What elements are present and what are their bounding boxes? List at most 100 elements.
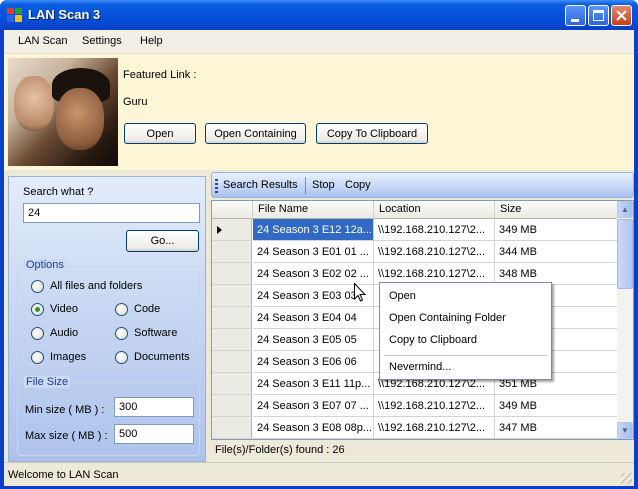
client-area: LAN Scan Settings Help Featured Link : G… (4, 30, 634, 486)
search-label: Search what ? (23, 186, 94, 198)
open-containing-button[interactable]: Open Containing (205, 123, 306, 144)
featured-image-face (14, 76, 54, 131)
minimize-button[interactable] (565, 5, 586, 26)
radio-documents[interactable] (115, 351, 128, 364)
ctx-copy-to-clipboard[interactable]: Copy to Clipboard (389, 334, 477, 346)
radio-documents-label[interactable]: Documents (134, 351, 190, 363)
options-group: Options All files and folders Video Code… (17, 259, 200, 365)
featured-link-name[interactable]: Guru (123, 96, 147, 108)
row-header[interactable] (212, 219, 252, 241)
radio-software-label[interactable]: Software (134, 327, 177, 339)
cell-file-name[interactable]: 24 Season 3 E06 06 (253, 351, 374, 373)
row-header[interactable] (212, 241, 252, 263)
cell-file-name[interactable]: 24 Season 3 E07 07 ... (253, 395, 374, 417)
menu-lan-scan[interactable]: LAN Scan (18, 35, 68, 47)
search-panel: Search what ? 24 Go... Options All files… (8, 176, 206, 462)
min-size-input[interactable]: 300 (114, 397, 194, 417)
radio-audio-label[interactable]: Audio (50, 327, 78, 339)
app-window: LAN Scan 3 LAN Scan Settings Help Featur… (0, 0, 638, 489)
cell-size[interactable]: 349 MB (495, 395, 618, 417)
ctx-open[interactable]: Open (389, 290, 416, 302)
cell-file-name[interactable]: 24 Season 3 E04 04 (253, 307, 374, 329)
row-header[interactable] (212, 307, 252, 329)
radio-software[interactable] (115, 327, 128, 340)
radio-code[interactable] (115, 303, 128, 316)
featured-link-label: Featured Link : (123, 69, 197, 81)
max-size-input[interactable]: 500 (114, 424, 194, 444)
column-location[interactable]: Location (374, 201, 495, 219)
row-header[interactable] (212, 351, 252, 373)
cell-file-name[interactable]: 24 Season 3 E12 12a... (253, 219, 374, 241)
maximize-button[interactable] (588, 5, 609, 26)
cell-location[interactable]: \\192.168.210.127\2... (374, 219, 495, 241)
radio-audio[interactable] (31, 327, 44, 340)
featured-image-face-2 (56, 88, 104, 150)
window-title: LAN Scan 3 (28, 7, 101, 22)
file-size-group: File Size Min size ( MB ) : 300 Max size… (17, 376, 200, 456)
close-icon (616, 10, 627, 21)
radio-code-label[interactable]: Code (134, 303, 160, 315)
radio-images-label[interactable]: Images (50, 351, 86, 363)
row-header[interactable] (212, 329, 252, 351)
ctx-nevermind[interactable]: Nevermind... (389, 361, 451, 373)
ctx-open-containing-folder[interactable]: Open Containing Folder (389, 312, 506, 324)
mouse-cursor-icon (354, 283, 366, 302)
radio-images[interactable] (31, 351, 44, 364)
cell-location[interactable]: \\192.168.210.127\2... (374, 241, 495, 263)
cell-file-name[interactable]: 24 Season 3 E08 08p... (253, 417, 374, 439)
results-toolbar: Search Results Stop Copy (211, 172, 634, 198)
current-row-arrow-icon (217, 226, 222, 234)
row-header[interactable] (212, 263, 252, 285)
go-button[interactable]: Go... (126, 230, 199, 252)
column-size[interactable]: Size (495, 201, 618, 219)
cell-file-name[interactable]: 24 Season 3 E05 05 (253, 329, 374, 351)
cell-location[interactable]: \\192.168.210.127\2... (374, 417, 495, 439)
status-text: Welcome to LAN Scan (8, 469, 119, 481)
app-icon (7, 8, 22, 22)
featured-panel: Featured Link : Guru Open Open Containin… (4, 54, 634, 170)
cell-file-name[interactable]: 24 Season 3 E11 11p... (253, 373, 374, 395)
resize-grip[interactable] (621, 473, 632, 484)
status-bar: Welcome to LAN Scan (4, 462, 634, 486)
menu-bar: LAN Scan Settings Help (4, 30, 634, 54)
column-file-name[interactable]: File Name (253, 201, 374, 219)
min-size-label: Min size ( MB ) : (25, 404, 105, 416)
row-header[interactable] (212, 373, 252, 395)
scroll-up-button[interactable]: ▲ (617, 201, 633, 218)
menu-help[interactable]: Help (140, 35, 163, 47)
maximize-icon (593, 10, 604, 21)
title-bar[interactable]: LAN Scan 3 (0, 0, 638, 30)
ctx-separator (384, 355, 547, 356)
cell-file-name[interactable]: 24 Season 3 E02 02 ... (253, 263, 374, 285)
radio-all-files-label[interactable]: All files and folders (50, 280, 142, 292)
row-header[interactable] (212, 285, 252, 307)
radio-all-files[interactable] (31, 280, 44, 293)
row-header[interactable] (212, 417, 252, 439)
open-button[interactable]: Open (124, 123, 196, 144)
cell-size[interactable]: 344 MB (495, 241, 618, 263)
max-size-label: Max size ( MB ) : (25, 430, 108, 442)
radio-video[interactable] (31, 303, 44, 316)
search-results-button[interactable]: Search Results (223, 179, 298, 191)
stop-button[interactable]: Stop (312, 179, 335, 191)
scroll-down-button[interactable]: ▼ (617, 422, 633, 439)
menu-settings[interactable]: Settings (82, 35, 122, 47)
options-title: Options (24, 259, 66, 271)
cell-file-name[interactable]: 24 Season 3 E01 01 ... (253, 241, 374, 263)
scroll-thumb[interactable] (617, 219, 633, 289)
context-menu: Open Open Containing Folder Copy to Clip… (379, 282, 552, 380)
row-header[interactable] (212, 395, 252, 417)
close-button[interactable] (611, 5, 632, 26)
copy-to-clipboard-button[interactable]: Copy To Clipboard (316, 123, 428, 144)
grid-scrollbar[interactable]: ▲ ▼ (617, 201, 633, 439)
search-input[interactable]: 24 (23, 203, 200, 223)
found-count: File(s)/Folder(s) found : 26 (215, 444, 345, 456)
toolbar-grip[interactable] (215, 179, 218, 193)
grid-corner-header (212, 201, 253, 219)
cell-location[interactable]: \\192.168.210.127\2... (374, 395, 495, 417)
cell-size[interactable]: 347 MB (495, 417, 618, 439)
cell-size[interactable]: 349 MB (495, 219, 618, 241)
radio-video-label[interactable]: Video (50, 303, 78, 315)
minimize-icon (571, 19, 579, 22)
copy-button[interactable]: Copy (345, 179, 371, 191)
